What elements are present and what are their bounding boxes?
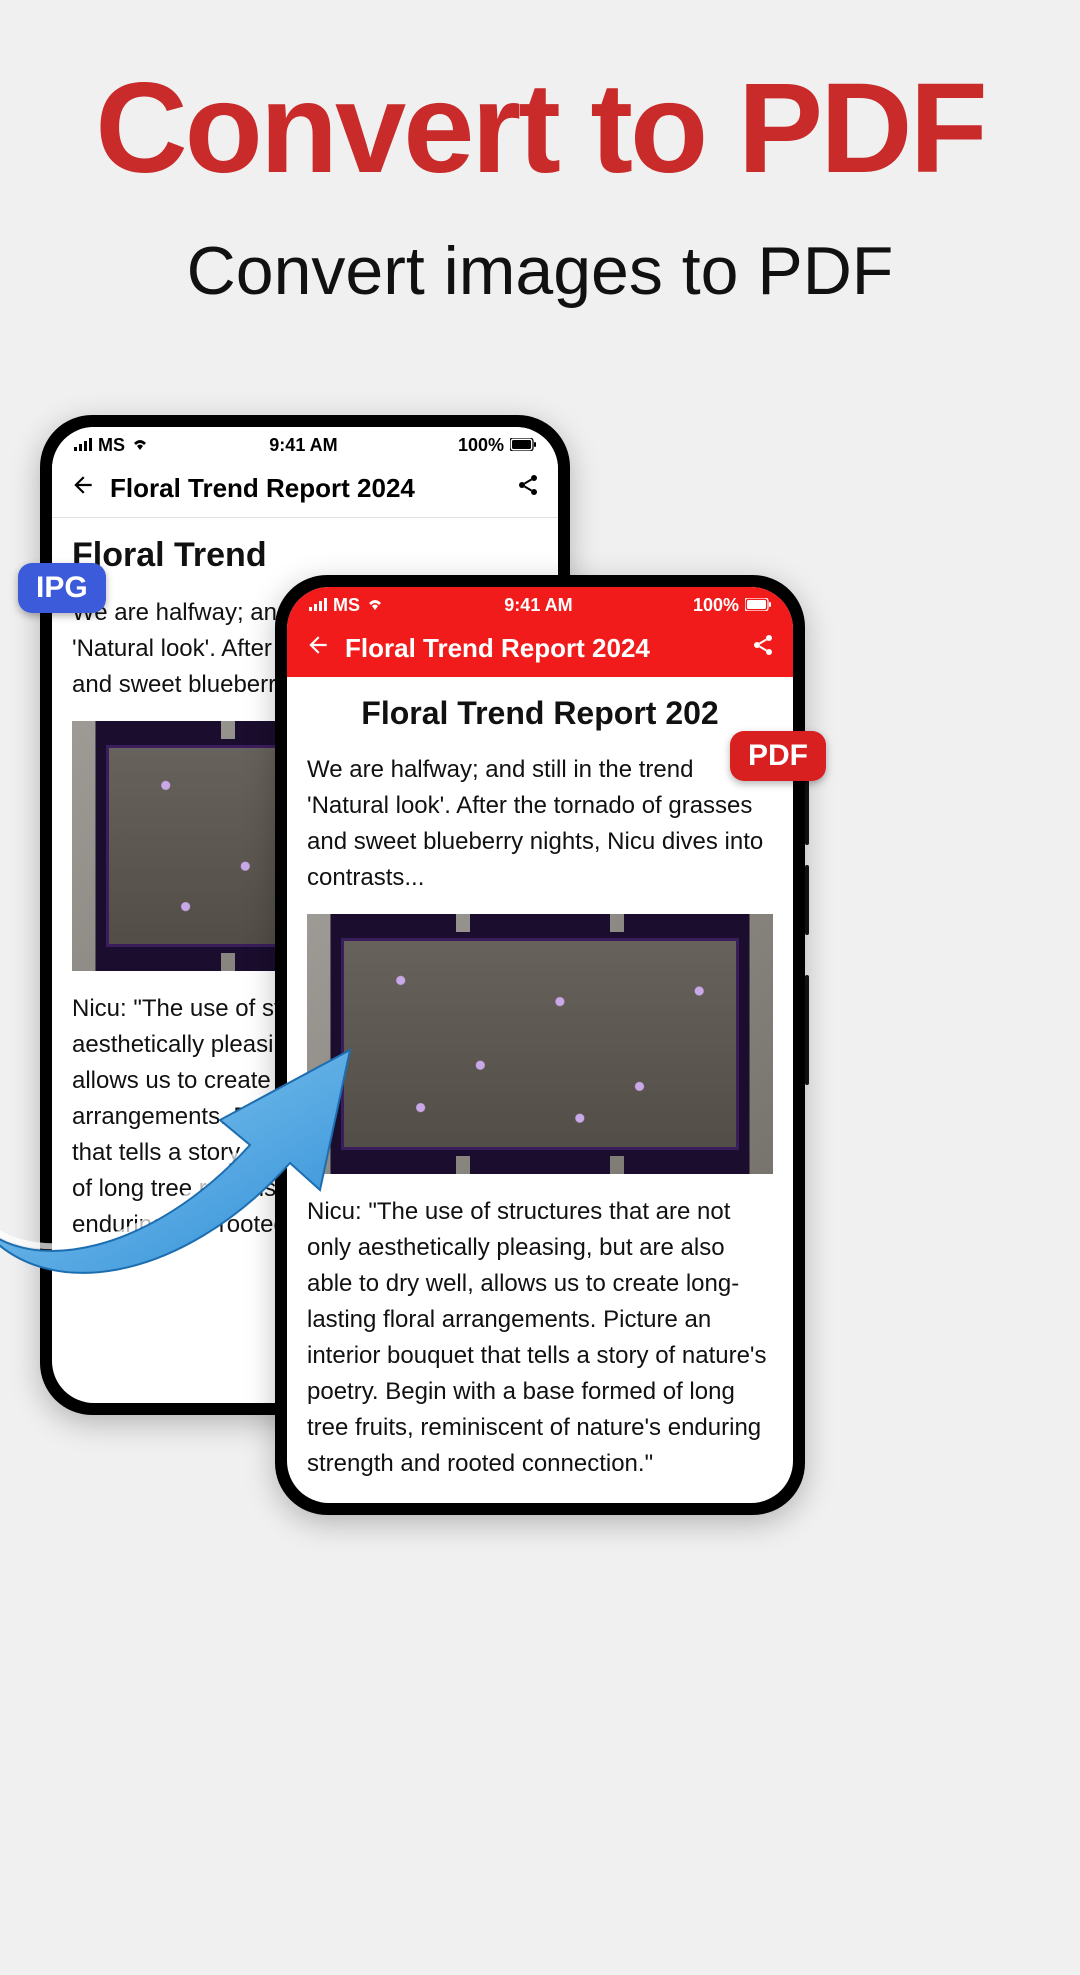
doc-title-right: Floral Trend Report 202 [307,695,773,732]
wifi-icon [366,595,384,616]
app-header-right: Floral Trend Report 2024 [287,620,793,677]
carrier-label: MS [333,595,360,616]
clock-label: 9:41 AM [269,435,337,456]
battery-icon [745,595,771,616]
doc-title-left: Floral Trend [72,536,538,575]
back-icon[interactable] [305,632,331,665]
header-title-right: Floral Trend Report 2024 [345,633,751,664]
promo-subheadline: Convert images to PDF [0,232,1080,310]
signal-icon [74,435,92,456]
header-title-left: Floral Trend Report 2024 [110,473,516,504]
doc-content-right[interactable]: Floral Trend Report 202 We are halfway; … [287,677,793,1503]
signal-icon [309,595,327,616]
promo-headline: Convert to PDF [0,55,1080,202]
phone-result: MS 9:41 AM 100% Floral Trend Report 2024 [275,575,805,1515]
source-format-badge: IPG [18,563,106,613]
battery-icon [510,435,536,456]
carrier-label: MS [98,435,125,456]
doc-body-right: Nicu: "The use of structures that are no… [307,1194,773,1482]
back-icon[interactable] [70,472,96,505]
share-icon[interactable] [516,473,540,504]
app-header-left: Floral Trend Report 2024 [52,460,558,518]
battery-label: 100% [458,435,504,456]
doc-intro-right: We are halfway; and still in the trend '… [307,752,773,896]
status-bar-right: MS 9:41 AM 100% [287,587,793,620]
wifi-icon [131,435,149,456]
share-icon[interactable] [751,633,775,664]
status-bar-left: MS 9:41 AM 100% [52,427,558,460]
clock-label: 9:41 AM [504,595,572,616]
doc-image-right [307,914,773,1174]
battery-label: 100% [693,595,739,616]
target-format-badge: PDF [730,731,826,781]
